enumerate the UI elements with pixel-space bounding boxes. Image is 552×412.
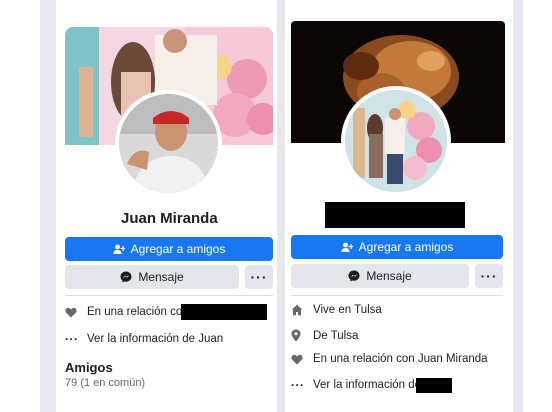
redacted-profile-name [325,202,465,228]
divider [291,295,503,296]
left-gutter [40,0,56,412]
divider [65,295,273,296]
middle-gutter [277,0,285,412]
profile-picture[interactable] [115,90,222,197]
profile-picture[interactable] [341,86,451,196]
ellipsis-icon: ··· [65,332,79,346]
from-row: De Tulsa [291,329,358,342]
add-friend-button[interactable]: Agregar a amigos [65,237,273,261]
ellipsis-icon: ··· [480,268,498,284]
add-friend-icon [341,242,353,252]
add-friend-icon [113,244,125,254]
messenger-icon [120,271,132,283]
ellipsis-icon: ··· [291,378,305,392]
profile-picture-image [345,90,447,192]
message-button[interactable]: Mensaje [65,265,239,289]
relationship-row: En una relación con Juan Miranda [291,353,488,365]
more-options-button[interactable]: ··· [475,264,503,288]
location-pin-icon [291,329,309,342]
add-friend-label: Agregar a amigos [358,240,454,254]
from-text: De Tulsa [313,329,359,342]
profile-panel-right: Agregar a amigos Mensaje ··· Vive en Tul… [285,14,513,412]
right-gutter [513,0,523,412]
friends-count: 79 (1 en común) [65,377,146,389]
heart-icon [291,354,309,365]
see-info-row[interactable]: ··· Ver la información de [291,378,421,392]
profile-picture-image [119,94,218,193]
see-info-label: Ver la información de Juan [87,333,224,345]
heart-icon [65,307,83,318]
profile-name: Juan Miranda [121,210,218,227]
profile-panel-left: Juan Miranda Agregar a amigos Mensaje ··… [56,14,277,412]
add-friend-button[interactable]: Agregar a amigos [291,235,503,259]
ellipsis-icon: ··· [250,269,268,285]
friends-title[interactable]: Amigos [65,360,113,375]
redacted-name [416,378,452,393]
relationship-row: En una relación con [65,306,189,318]
more-options-button[interactable]: ··· [245,265,273,289]
messenger-icon [348,270,360,282]
message-label: Mensaje [138,270,184,284]
redacted-partner-name [181,304,267,320]
message-label: Mensaje [366,269,412,283]
see-info-row[interactable]: ··· Ver la información de Juan [65,332,223,346]
lives-in-text: Vive en Tulsa [313,304,382,316]
add-friend-label: Agregar a amigos [130,242,226,256]
house-icon [291,304,309,316]
lives-in-row: Vive en Tulsa [291,304,382,316]
see-info-label: Ver la información de [313,379,422,391]
message-button[interactable]: Mensaje [291,264,469,288]
relationship-text: En una relación con Juan Miranda [313,353,488,365]
relationship-text: En una relación con [87,306,189,318]
